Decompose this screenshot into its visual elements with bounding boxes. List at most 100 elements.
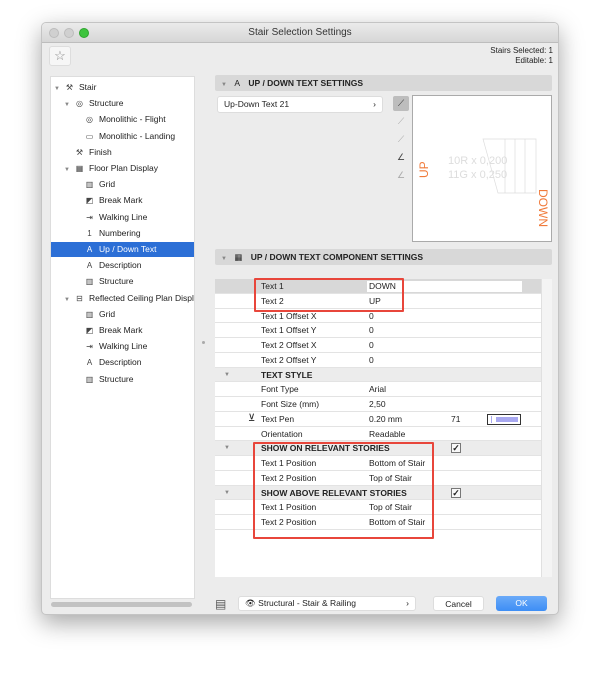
- finish-icon: ⚒: [75, 147, 84, 157]
- preset-selector[interactable]: Up-Down Text 21 ›: [217, 96, 383, 113]
- flight-icon: ◎: [86, 115, 93, 125]
- property-value[interactable]: Readable: [369, 427, 405, 441]
- tree-item-label: Break Mark: [99, 325, 143, 335]
- checkbox[interactable]: ✓: [451, 443, 461, 454]
- property-value[interactable]: 0: [369, 353, 374, 367]
- checkbox[interactable]: ✓: [451, 487, 461, 498]
- tree-item[interactable]: A Description: [74, 355, 142, 370]
- layer-selector[interactable]: 👁︎ Structural - Stair & Railing ›: [238, 596, 416, 611]
- arrow-style-toolbar: ⟋ ⟋ ⟋ ∠ ∠: [393, 96, 409, 186]
- property-value[interactable]: 0: [369, 323, 374, 337]
- ok-button[interactable]: OK: [496, 596, 547, 611]
- walking-line-icon: ⇥: [86, 212, 93, 222]
- table-group-header[interactable]: ▼ TEXT STYLE: [215, 367, 541, 383]
- property-name: Text 2 Offset Y: [261, 354, 317, 365]
- arrow-style-2-icon[interactable]: ⟋: [393, 114, 409, 129]
- ceiling-plan-icon: ⊟: [76, 293, 83, 303]
- table-row[interactable]: Orientation Readable: [215, 427, 541, 442]
- pen-icon: ⊻: [248, 412, 256, 424]
- selection-info: Stairs Selected: 1 Editable: 1: [490, 46, 553, 66]
- collapse-arrow-icon[interactable]: ▼: [224, 486, 230, 500]
- section-header-component-settings[interactable]: ▼ ▦ UP / DOWN TEXT COMPONENT SETTINGS: [215, 249, 552, 265]
- preview-window: 10R x 0,200 11G x 0,250 UP DOWN: [412, 95, 552, 242]
- table-row[interactable]: Font Size (mm) 2,50: [215, 397, 541, 412]
- break-mark-icon: ◩: [85, 326, 94, 335]
- tree-item[interactable]: ▥ Structure: [74, 372, 134, 387]
- tree-item-label: Grid: [99, 179, 116, 190]
- tree-item[interactable]: ▭ Monolithic - Landing: [74, 129, 175, 144]
- arrow-style-5-icon[interactable]: ∠: [393, 168, 409, 183]
- table-row[interactable]: Font Type Arial: [215, 382, 541, 397]
- property-value[interactable]: 0.20 mm: [369, 412, 402, 426]
- disclosure-arrow-icon[interactable]: ▼: [54, 82, 63, 97]
- minimize-button[interactable]: [64, 28, 74, 38]
- table-row[interactable]: Text 2 Offset Y 0: [215, 353, 541, 368]
- tree-item[interactable]: 1 Numbering: [74, 226, 140, 241]
- arrow-style-4-icon[interactable]: ∠: [393, 150, 409, 165]
- cancel-button[interactable]: Cancel: [433, 596, 484, 611]
- splitter-handle[interactable]: [202, 341, 205, 344]
- chevron-right-icon: ›: [373, 99, 376, 109]
- chevron-right-icon: ›: [406, 598, 409, 608]
- arrow-style-1-icon[interactable]: ⟋: [393, 96, 409, 111]
- tree-item[interactable]: ⇥ Walking Line: [74, 339, 147, 354]
- property-name: Font Type: [261, 384, 299, 395]
- pen-color-swatch[interactable]: [487, 413, 521, 425]
- tree-item-label: Up / Down Text: [99, 244, 157, 254]
- property-value[interactable]: 0: [369, 338, 374, 352]
- grid-icon: ▥: [85, 180, 94, 190]
- property-name: Text Pen: [261, 413, 295, 424]
- zoom-button[interactable]: [79, 28, 89, 38]
- tree-item-label: Monolithic - Flight: [99, 114, 166, 125]
- table-row[interactable]: Text 1 Offset Y 0: [215, 323, 541, 338]
- tree-item[interactable]: ⇥ Walking Line: [74, 210, 147, 225]
- close-button[interactable]: [49, 28, 59, 38]
- tree-item[interactable]: ▥ Structure: [74, 274, 134, 289]
- tree-item[interactable]: ⚒ Finish: [64, 145, 112, 160]
- tree-item-label: Monolithic - Landing: [99, 130, 176, 141]
- stair-icon: ⚒: [65, 83, 74, 92]
- arrow-style-3-icon[interactable]: ⟋: [393, 132, 409, 147]
- tree-item-label: Structure: [99, 373, 134, 384]
- highlight-box-story-positions: [253, 442, 434, 539]
- collapse-arrow-icon[interactable]: ▼: [224, 441, 230, 455]
- structure-icon: ◎: [76, 99, 83, 109]
- tree-item-label: Grid: [99, 308, 116, 319]
- floor-plan-icon: ▦: [75, 164, 84, 173]
- tree-item[interactable]: ▼ ▦ Floor Plan Display: [64, 161, 158, 176]
- collapse-arrow-icon[interactable]: ▼: [224, 368, 230, 382]
- pen-number[interactable]: 71: [451, 412, 460, 426]
- tree-item[interactable]: A Up / Down Text: [51, 242, 194, 257]
- text-icon: A: [234, 78, 241, 88]
- disclosure-arrow-icon[interactable]: ▼: [64, 98, 73, 113]
- stairs-selected-count: Stairs Selected: 1: [490, 46, 553, 55]
- section-header-up-down-text-settings[interactable]: ▼ A UP / DOWN TEXT SETTINGS: [215, 75, 552, 91]
- tree-horizontal-scrollbar[interactable]: [51, 602, 192, 607]
- walking-line-icon: ⇥: [86, 342, 93, 352]
- tree-item[interactable]: ▼ ⊟ Reflected Ceiling Plan Displ: [64, 291, 194, 306]
- property-name: TEXT STYLE: [261, 369, 313, 380]
- table-row[interactable]: ⊻ Text Pen 0.20 mm 71: [215, 412, 541, 427]
- property-value[interactable]: 2,50: [369, 397, 386, 411]
- property-value[interactable]: Arial: [369, 382, 386, 396]
- tree-item[interactable]: A Description: [74, 258, 142, 273]
- favorites-star-button[interactable]: ☆: [49, 46, 71, 66]
- tree-item-label: Break Mark: [99, 195, 143, 206]
- property-name: Text 1 Offset Y: [261, 325, 317, 336]
- tree-item[interactable]: ▼ ◎ Structure: [64, 96, 124, 111]
- window-title: Stair Selection Settings: [248, 27, 352, 38]
- table-row[interactable]: Text 2 Offset X 0: [215, 338, 541, 353]
- disclosure-arrow-icon[interactable]: ▼: [64, 163, 73, 178]
- tree-item[interactable]: ◎ Monolithic - Flight: [74, 112, 166, 127]
- tree-item[interactable]: ◩ Break Mark: [74, 323, 143, 338]
- tree-item[interactable]: ▼ ⚒ Stair: [54, 80, 96, 95]
- collapse-arrow-icon: ▼: [221, 82, 227, 88]
- tree-item[interactable]: ▥ Grid: [74, 177, 115, 192]
- tree-item[interactable]: ◩ Break Mark: [74, 193, 143, 208]
- landing-icon: ▭: [85, 131, 94, 141]
- tree-item[interactable]: ▥ Grid: [74, 307, 115, 322]
- disclosure-arrow-icon[interactable]: ▼: [64, 293, 73, 308]
- table-vertical-scrollbar[interactable]: [541, 279, 552, 577]
- riser-text: 10R x 0,200: [448, 155, 507, 167]
- preset-label: Up-Down Text 21: [224, 99, 290, 109]
